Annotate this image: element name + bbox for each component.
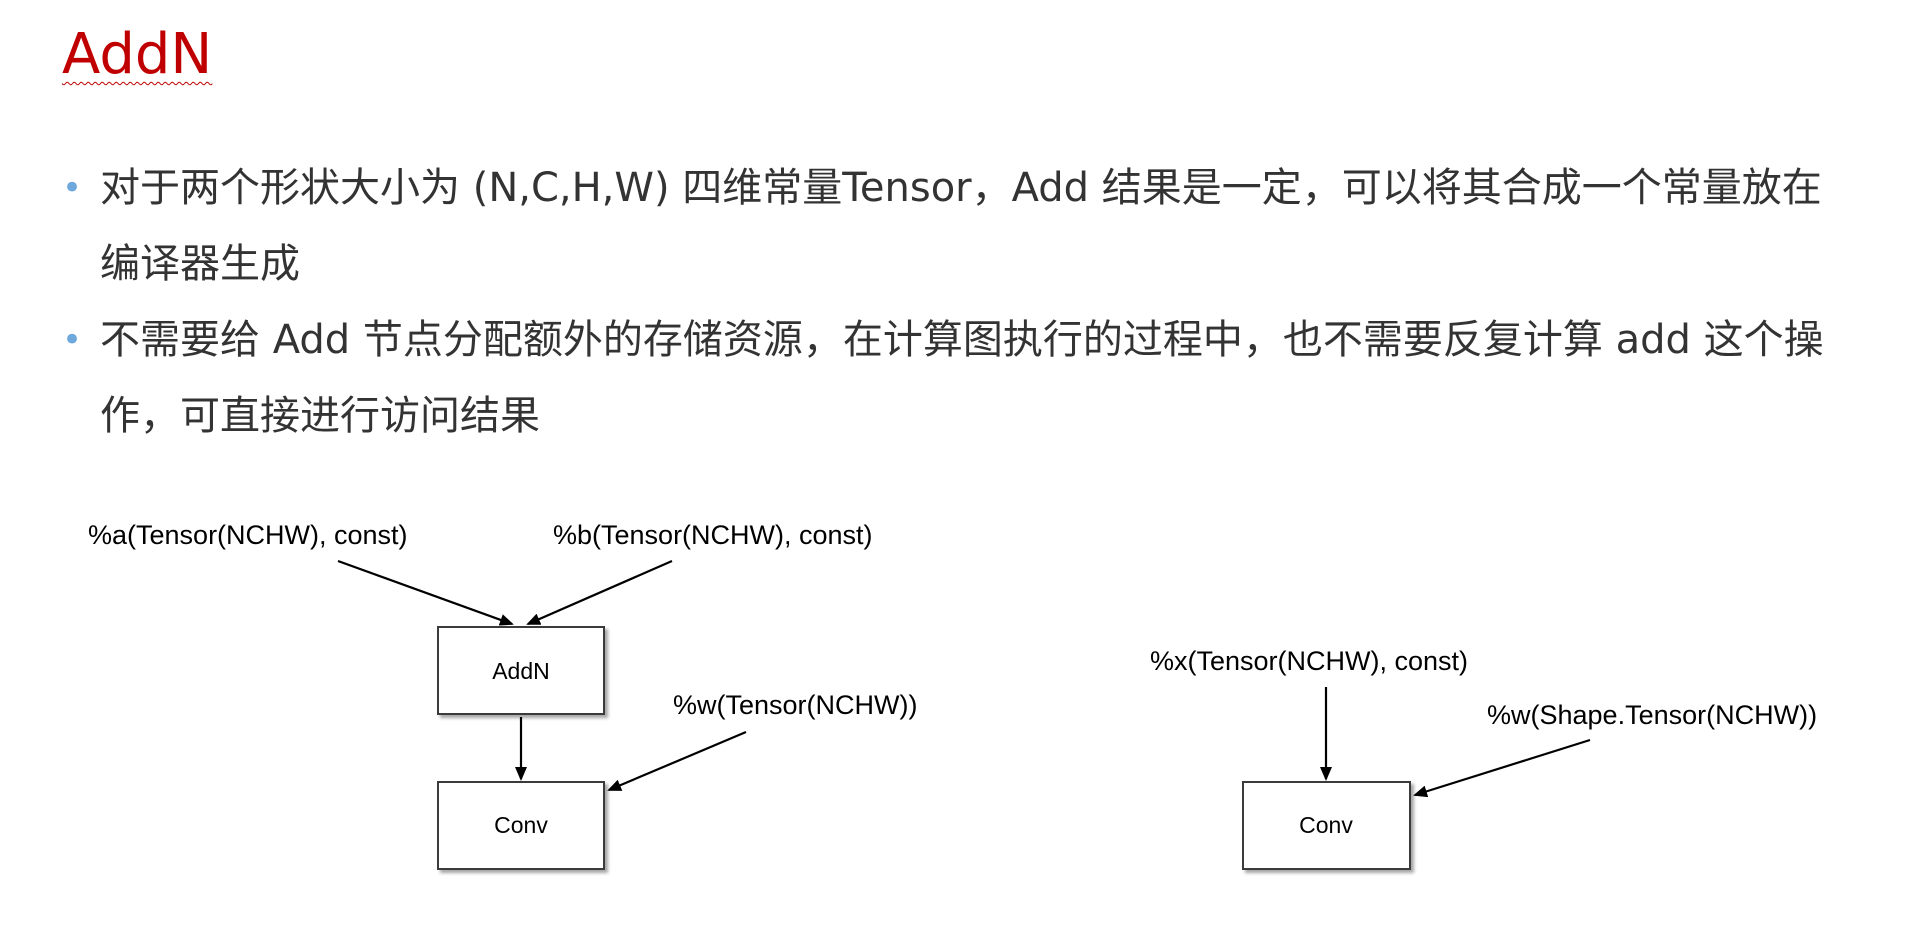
conv-node-before-label: Conv bbox=[494, 812, 548, 838]
addn-node-label: AddN bbox=[492, 658, 550, 684]
edge-b-to-addn bbox=[526, 559, 673, 626]
edge-w-shape-to-conv bbox=[1413, 738, 1591, 798]
conv-node-after-label: Conv bbox=[1299, 812, 1353, 838]
input-b-label: %b(Tensor(NCHW), const) bbox=[553, 520, 873, 550]
input-a-label: %a(Tensor(NCHW), const) bbox=[88, 520, 408, 550]
input-x-label: %x(Tensor(NCHW), const) bbox=[1150, 646, 1468, 676]
input-w-shape-label: %w(Shape.Tensor(NCHW)) bbox=[1487, 700, 1817, 730]
conv-node-after: Conv bbox=[1242, 781, 1411, 870]
addn-node: AddN bbox=[437, 626, 605, 715]
edge-a-to-addn bbox=[337, 559, 514, 626]
edge-w-to-conv bbox=[607, 730, 747, 792]
conv-node-before: Conv bbox=[437, 781, 605, 870]
input-w-label: %w(Tensor(NCHW)) bbox=[673, 690, 918, 720]
computation-graph-diagram: %a(Tensor(NCHW), const) %b(Tensor(NCHW),… bbox=[88, 520, 1817, 870]
